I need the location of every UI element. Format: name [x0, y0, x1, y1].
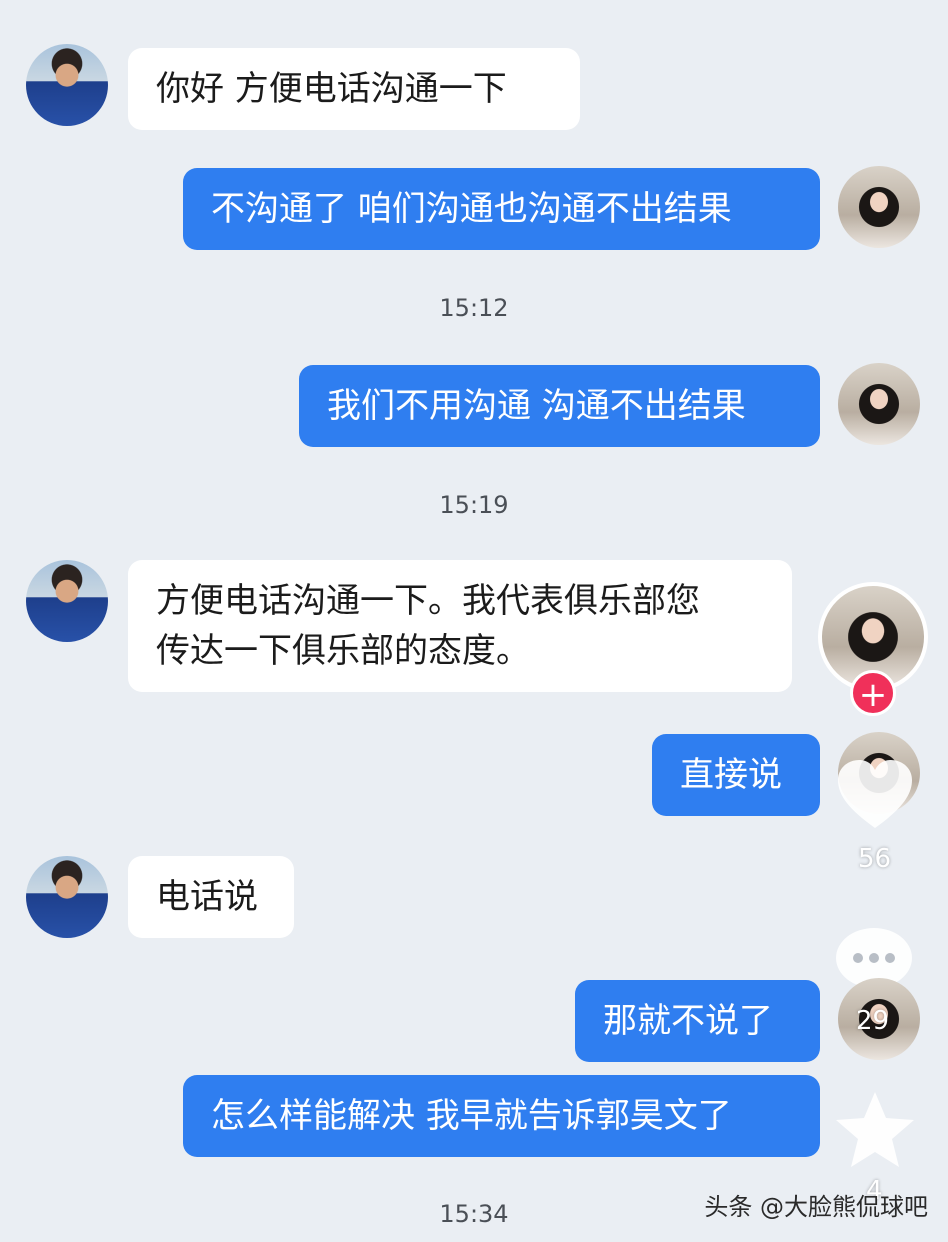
heart-icon [838, 760, 912, 828]
sender-avatar[interactable] [26, 856, 108, 938]
message-bubble-outgoing: 那就不说了 [575, 980, 820, 1062]
message-line: 方便电话沟通一下。我代表俱乐部您 [156, 581, 700, 621]
follow-button[interactable]: + [850, 670, 896, 716]
message-bubble-outgoing: 不沟通了 咱们沟通也沟通不出结果 [183, 168, 820, 250]
plus-icon: + [858, 675, 888, 715]
star-icon [836, 1092, 914, 1167]
message-bubble-incoming: 你好 方便电话沟通一下 [128, 48, 580, 130]
message-bubble-incoming: 电话说 [128, 856, 294, 938]
comment-count: 29 [856, 1006, 890, 1036]
like-count: 56 [858, 844, 892, 874]
watermark: 头条 @大脸熊侃球吧 [704, 1193, 928, 1221]
message-bubble-outgoing: 直接说 [652, 734, 820, 816]
message-bubble-outgoing: 怎么样能解决 我早就告诉郭昊文了 [183, 1075, 820, 1157]
timestamp: 15:12 [439, 294, 509, 322]
favorite-button[interactable] [830, 1086, 920, 1176]
message-line: 传达一下俱乐部的态度。 [156, 631, 530, 671]
message-bubble-incoming: 方便电话沟通一下。我代表俱乐部您 传达一下俱乐部的态度。 [128, 560, 792, 692]
self-avatar[interactable] [838, 166, 920, 248]
timestamp: 15:19 [439, 491, 509, 519]
message-bubble-outgoing: 我们不用沟通 沟通不出结果 [299, 365, 820, 447]
sender-avatar[interactable] [26, 44, 108, 126]
sender-avatar[interactable] [26, 560, 108, 642]
like-button[interactable] [832, 752, 918, 838]
self-avatar[interactable] [838, 363, 920, 445]
